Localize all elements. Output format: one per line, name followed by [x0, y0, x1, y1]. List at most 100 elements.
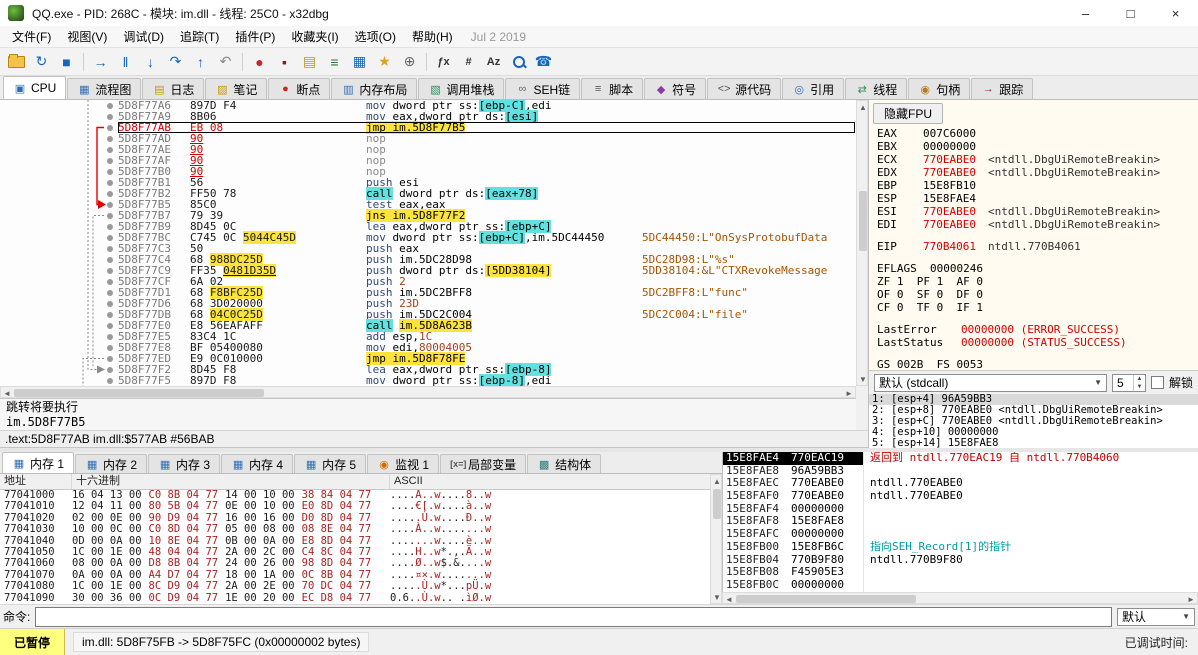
bottom-tab-内存 3[interactable]: ▦ 内存 3: [148, 454, 221, 473]
tab-引用[interactable]: ◎ 引用: [782, 78, 845, 99]
register-row[interactable]: GS 002B FS 0053: [869, 358, 1198, 370]
minimize-button[interactable]: –: [1063, 0, 1108, 26]
menu-item[interactable]: 视图(V): [59, 26, 115, 47]
hide-fpu-button[interactable]: 隐藏FPU: [873, 103, 944, 124]
step-into-button[interactable]: ↓: [138, 50, 163, 74]
disassembly-horizontal-scrollbar[interactable]: ◄ ►: [0, 386, 856, 398]
step-back-button[interactable]: ↶: [213, 50, 238, 74]
register-row[interactable]: EAX 007C6000: [869, 127, 1198, 140]
menu-item[interactable]: 帮助(H): [404, 26, 461, 47]
search-button[interactable]: [506, 50, 531, 74]
tab-句柄[interactable]: ◉ 句柄: [908, 78, 971, 99]
tab-调用堆栈[interactable]: ▧ 调用堆栈: [418, 78, 505, 99]
menu-item[interactable]: 收藏夹(I): [283, 26, 346, 47]
tab-内存布局[interactable]: ▥ 内存布局: [331, 78, 418, 99]
disasm-comment: [642, 155, 856, 166]
bottom-tab-内存 5[interactable]: ▦ 内存 5: [294, 454, 367, 473]
bottom-tab-结构体[interactable]: ▩ 结构体: [527, 454, 602, 473]
register-row[interactable]: ECX 770EABE0 <ntdll.DbgUiRemoteBreakin>: [869, 153, 1198, 166]
tab-笔记[interactable]: ▨ 笔记: [205, 78, 268, 99]
command-input[interactable]: [35, 606, 1112, 627]
command-profile-select[interactable]: 默认 ▼: [1117, 607, 1195, 626]
bottom-tab-内存 2[interactable]: ▦ 内存 2: [75, 454, 148, 473]
open-file-button[interactable]: [4, 50, 29, 74]
register-row[interactable]: CF 0 TF 0 IF 1: [869, 301, 1198, 314]
run-to-return-button[interactable]: ↑: [188, 50, 213, 74]
register-row[interactable]: ESI 770EABE0 <ntdll.DbgUiRemoteBreakin>: [869, 205, 1198, 218]
stack-row[interactable]: 15E8FAF0 770EABE0 ntdll.770EABE0: [723, 489, 1198, 503]
stack-row[interactable]: 15E8FB00 15E8FB6C 指向SEH_Record[1]的指针: [723, 540, 1198, 554]
dump-row[interactable]: 77041080 1C 00 1E 00 8C D9 04 77 2A 00 2E 0…: [0, 580, 710, 592]
run-button[interactable]: →: [88, 50, 113, 74]
breakpoints-button[interactable]: ●: [247, 50, 272, 74]
bottom-tab-局部变量[interactable]: [x=] 局部变量: [440, 454, 527, 473]
attach-button[interactable]: ☎: [531, 50, 556, 74]
hash-button[interactable]: #: [456, 50, 481, 74]
step-over-button[interactable]: ↷: [163, 50, 188, 74]
restart-button[interactable]: ↻: [29, 50, 54, 74]
script-button[interactable]: ≡: [322, 50, 347, 74]
stack-row[interactable]: 15E8FB0C 00000000: [723, 578, 1198, 592]
stop-button[interactable]: ■: [54, 50, 79, 74]
dump-row[interactable]: 77041090 30 00 36 00 0C D9 04 77 1E 00 20 0…: [0, 592, 710, 604]
args-depth-spinner[interactable]: 5 ▲ ▼: [1111, 373, 1146, 392]
dump-vertical-scrollbar[interactable]: ▲ ▼: [710, 474, 722, 604]
bottom-tab-内存 1[interactable]: ▦ 内存 1: [2, 452, 75, 473]
close-button[interactable]: ×: [1153, 0, 1198, 26]
disasm-comment: 5DC2BFF8:L"func": [642, 287, 856, 298]
stack-row[interactable]: 15E8FAFC 00000000: [723, 527, 1198, 541]
tab-SEH链[interactable]: ∞ SEH链: [505, 78, 581, 99]
register-row[interactable]: ZF 1 PF 1 AF 0: [869, 275, 1198, 288]
tab-符号[interactable]: ◆ 符号: [644, 78, 707, 99]
register-name: ECX: [877, 153, 897, 166]
tab-脚本[interactable]: ≡ 脚本: [581, 78, 644, 99]
tab-CPU[interactable]: ▣ CPU: [3, 76, 67, 99]
argument-row[interactable]: 5: [esp+14] 15E8FAE8: [869, 438, 1198, 449]
tab-日志[interactable]: ▤ 日志: [142, 78, 205, 99]
settings-button[interactable]: ⊕: [397, 50, 422, 74]
log-button[interactable]: ▤: [297, 50, 322, 74]
unlock-checkbox[interactable]: [1150, 376, 1164, 389]
mem-icon: ▦: [13, 457, 25, 470]
dump-row[interactable]: 77041030 10 00 0C 00 C0 8D 04 77 05 00 08 0…: [0, 523, 710, 535]
calling-convention-select[interactable]: 默认 (stdcall) ▼: [874, 373, 1107, 392]
maximize-button[interactable]: □: [1108, 0, 1153, 26]
disasm-bytes: EB 08: [190, 121, 224, 134]
register-row[interactable]: EDI 770EABE0 <ntdll.DbgUiRemoteBreakin>: [869, 218, 1198, 231]
register-row[interactable]: EBX 00000000: [869, 140, 1198, 153]
tab-源代码[interactable]: <> 源代码: [707, 78, 782, 99]
register-row[interactable]: EBP 15E8FB10: [869, 179, 1198, 192]
stack-comment: 指向SEH_Record[1]的指针: [863, 540, 1198, 554]
memory-map-button[interactable]: ▦: [347, 50, 372, 74]
register-row[interactable]: LastStatus 00000000 (STATUS_SUCCESS): [869, 336, 1198, 349]
stack-row[interactable]: 15E8FAE4 770EAC19 返回到 ntdll.770EAC19 自 ntd…: [723, 452, 1198, 465]
menu-item[interactable]: 文件(F): [4, 26, 59, 47]
favourites-button[interactable]: ★: [372, 50, 397, 74]
register-row[interactable]: EIP 770B4061 ntdll.770B4061: [869, 240, 1198, 253]
register-row[interactable]: ESP 15E8FAE4: [869, 192, 1198, 205]
tab-流程图[interactable]: ▦ 流程图: [67, 78, 142, 99]
tab-线程[interactable]: ⇄ 线程: [845, 78, 908, 99]
disasm-row[interactable]: 5D8F77F5 897D F8 mov dword ptr ss:[ebp-8],…: [0, 374, 856, 386]
bottom-tab-监视 1[interactable]: ◉ 监视 1: [367, 454, 440, 473]
register-row[interactable]: EFLAGS 00000246: [869, 262, 1198, 275]
assemble-button[interactable]: ƒx: [431, 50, 456, 74]
menu-item[interactable]: 插件(P): [227, 26, 283, 47]
stack-row[interactable]: 15E8FB08 F45905E3: [723, 565, 1198, 579]
register-row[interactable]: EDX 770EABE0 <ntdll.DbgUiRemoteBreakin>: [869, 166, 1198, 179]
patches-button[interactable]: ▪: [272, 50, 297, 74]
menu-item[interactable]: 追踪(T): [172, 26, 227, 47]
register-row[interactable]: LastError 00000000 (ERROR_SUCCESS): [869, 323, 1198, 336]
spinner-down-icon[interactable]: ▼: [1134, 383, 1145, 391]
disassembly-vertical-scrollbar[interactable]: ▲ ▼: [856, 100, 868, 386]
pause-button[interactable]: ‖: [113, 50, 138, 74]
spinner-up-icon[interactable]: ▲: [1134, 375, 1145, 383]
strings-button[interactable]: Az: [481, 50, 506, 74]
tab-断点[interactable]: ● 断点: [268, 78, 331, 99]
register-row[interactable]: OF 0 SF 0 DF 0: [869, 288, 1198, 301]
tab-跟踪[interactable]: → 跟踪: [971, 78, 1034, 99]
stack-horizontal-scrollbar[interactable]: ◄ ►: [722, 592, 1198, 604]
menu-item[interactable]: 选项(O): [347, 26, 404, 47]
bottom-tab-内存 4[interactable]: ▦ 内存 4: [221, 454, 294, 473]
menu-item[interactable]: 调试(D): [115, 26, 172, 47]
